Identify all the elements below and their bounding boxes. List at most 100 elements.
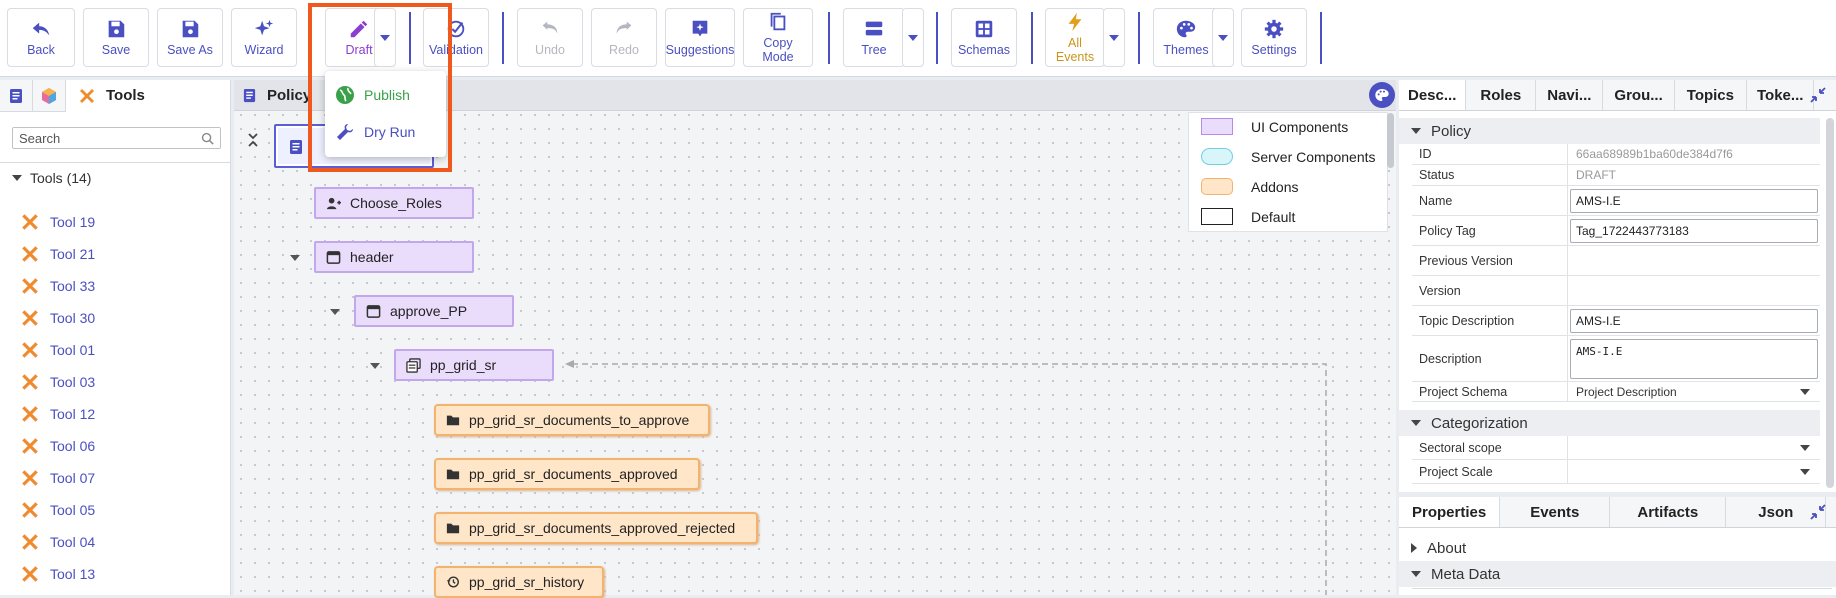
wizard-label: Wizard (244, 42, 284, 57)
caret-down-icon (12, 175, 22, 181)
search-placeholder: Search (19, 130, 61, 146)
tool-list-item[interactable]: Tool 03 (20, 372, 95, 392)
tools-icon (22, 470, 38, 486)
all-events-dropdown-toggle[interactable] (1103, 8, 1125, 67)
theme-palette-button[interactable] (1369, 82, 1395, 108)
tools-category-header[interactable]: Tools (14) (12, 170, 91, 186)
project-schema-select[interactable]: Project Description (1567, 382, 1820, 401)
canvas-scrollbar[interactable] (1387, 113, 1394, 168)
tool-list-item[interactable]: Tool 07 (20, 468, 95, 488)
sectoral-scope-select[interactable] (1567, 436, 1820, 459)
tool-list-item[interactable]: Tool 12 (20, 404, 95, 424)
node-choose-roles[interactable]: Choose_Roles (314, 187, 474, 219)
tool-list-item[interactable]: Tool 13 (20, 564, 95, 584)
tab-components[interactable] (0, 79, 33, 112)
section-label: Policy (1431, 122, 1472, 140)
prop-row-previous-version: Previous Version (1412, 246, 1820, 276)
collapse-caret-icon[interactable] (290, 255, 300, 261)
tab-groups[interactable]: Grou... (1603, 80, 1675, 110)
legend-swatch (1201, 208, 1233, 225)
tab-roles[interactable]: Roles (1466, 80, 1537, 110)
undo-button[interactable]: Undo (517, 8, 583, 67)
chevron-down-icon (1800, 444, 1810, 451)
collapse-chevrons-icon[interactable] (247, 132, 259, 154)
tab-artifacts[interactable]: Artifacts (1610, 497, 1727, 527)
collapse-caret-icon[interactable] (330, 309, 340, 315)
tools-icon (22, 406, 38, 422)
chevron-down-icon (1109, 34, 1119, 41)
meta-data-section-header[interactable]: Meta Data (1399, 561, 1836, 587)
tools-icon (22, 534, 38, 550)
tool-list-item[interactable]: Tool 33 (20, 276, 95, 296)
tabs-container-icon (406, 357, 421, 373)
node-approve-pp[interactable]: approve_PP (354, 295, 514, 327)
tool-list-item[interactable]: Tool 04 (20, 532, 95, 552)
suggestions-button[interactable]: Suggestions (665, 8, 735, 67)
node-docs-approved[interactable]: pp_grid_sr_documents_approved (434, 458, 700, 490)
collapse-panel-icon[interactable] (1809, 86, 1827, 104)
gear-icon (1264, 19, 1284, 38)
tool-list-item[interactable]: Tool 01 (20, 340, 95, 360)
about-section-header[interactable]: About (1399, 535, 1836, 561)
sparkles-icon (254, 19, 274, 36)
node-pp-grid-sr[interactable]: pp_grid_sr (394, 349, 554, 381)
policy-tag-input[interactable]: Tag_1722443773183 (1570, 219, 1818, 243)
copy-mode-label-2: Mode (762, 49, 794, 64)
copy-mode-button[interactable]: Copy Mode (743, 8, 813, 67)
categorization-section-header[interactable]: Categorization (1399, 410, 1820, 436)
tab-properties[interactable]: Properties (1399, 497, 1501, 527)
tools-search-input[interactable]: Search (12, 127, 221, 149)
wizard-button[interactable]: Wizard (231, 8, 297, 67)
legend-label: Default (1251, 208, 1296, 225)
tool-list-item[interactable]: Tool 21 (20, 244, 95, 264)
redo-button[interactable]: Redo (591, 8, 657, 67)
tab-navigation[interactable]: Navi... (1536, 80, 1604, 110)
name-input[interactable]: AMS-I.E (1570, 189, 1818, 213)
collapse-caret-icon[interactable] (370, 363, 380, 369)
tab-description[interactable]: Desc... (1399, 80, 1467, 110)
node-history[interactable]: pp_grid_sr_history (434, 566, 604, 598)
tab-topics[interactable]: Topics (1675, 80, 1747, 110)
prop-row-id: ID 66aa68989b1ba60de384d7f6 (1412, 144, 1820, 165)
settings-button[interactable]: Settings (1241, 8, 1307, 67)
prop-label: Project Schema (1419, 384, 1508, 399)
node-header[interactable]: header (314, 241, 474, 273)
version-value[interactable] (1567, 276, 1820, 305)
policy-section-header[interactable]: Policy (1399, 118, 1820, 144)
node-docs-approved-rejected[interactable]: pp_grid_sr_documents_approved_rejected (434, 512, 758, 544)
prop-label: Status (1419, 168, 1455, 182)
tool-list-item[interactable]: Tool 30 (20, 308, 95, 328)
schemas-button[interactable]: Schemas (951, 8, 1017, 67)
tool-list-item[interactable]: Tool 05 (20, 500, 95, 520)
collapse-panel-icon[interactable] (1809, 503, 1827, 521)
back-button[interactable]: Back (7, 8, 75, 67)
save-as-button[interactable]: Save As (157, 8, 223, 67)
tool-list-item[interactable]: Tool 06 (20, 436, 95, 456)
tool-list-item[interactable]: Tool 19 (20, 212, 95, 232)
tree-button[interactable]: Tree (843, 8, 905, 67)
tab-events[interactable]: Events (1500, 497, 1611, 527)
topic-description-input[interactable]: AMS-I.E (1570, 309, 1818, 333)
tools-icon (22, 214, 38, 230)
palette-icon (1375, 89, 1389, 101)
themes-dropdown-toggle[interactable] (1212, 8, 1234, 67)
legend-swatch (1201, 118, 1233, 135)
node-docs-to-approve[interactable]: pp_grid_sr_documents_to_approve (434, 404, 710, 436)
save-button[interactable]: Save (83, 8, 149, 67)
legend-item-default: Default (1201, 208, 1295, 225)
tab-modules[interactable] (33, 79, 66, 112)
tab-tools[interactable]: Tools (66, 79, 230, 112)
caret-down-icon (1411, 128, 1421, 134)
tool-label: Tool 21 (50, 246, 96, 262)
properties-scrollbar[interactable] (1826, 118, 1834, 488)
tree-dropdown-toggle[interactable] (902, 8, 924, 67)
prop-value: DRAFT (1567, 165, 1820, 185)
all-events-button[interactable]: All Events (1045, 8, 1105, 67)
themes-button[interactable]: Themes (1153, 8, 1219, 67)
tools-tab-label: Tools (106, 87, 145, 104)
legend-swatch (1201, 148, 1233, 165)
description-textarea[interactable]: AMS-I.E (1570, 339, 1818, 379)
tab-tokens[interactable]: Toke... (1747, 80, 1815, 110)
project-scale-select[interactable] (1567, 460, 1820, 483)
prop-label: Previous Version (1419, 253, 1513, 268)
